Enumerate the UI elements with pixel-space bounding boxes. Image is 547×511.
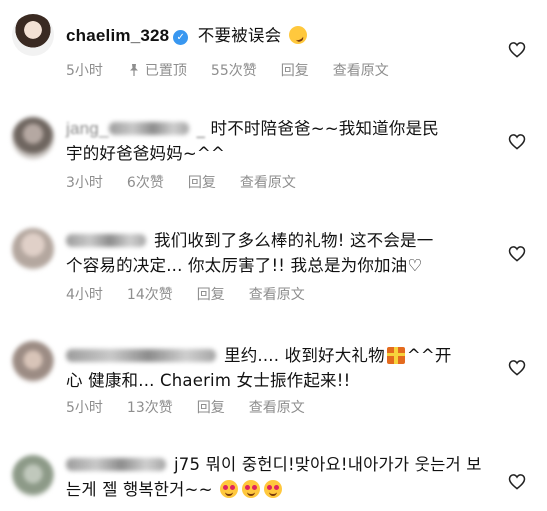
comment-body-line2: 宇的好爸爸妈妈~^^ <box>66 144 225 163</box>
comment-text: j75 뭐이 중헌디!맞아요!내아가가 웃는거 보 는게 젤 행복한거~~ <box>66 452 496 502</box>
comment-body-line2: 는게 젤 행복한거~~ <box>66 480 213 499</box>
comment-body: 时不时陪爸爸~~我知道你是民 <box>210 119 439 138</box>
avatar[interactable] <box>12 14 54 56</box>
avatar[interactable] <box>12 117 54 159</box>
comment-body: j75 뭐이 중헌디!맞아요!내아가가 웃는거 보 <box>174 455 482 474</box>
likes-count[interactable]: 13次赞 <box>127 397 173 417</box>
like-heart-icon[interactable] <box>508 41 526 58</box>
comment-meta: 4小时 14次赞 回复 查看原文 <box>66 284 329 304</box>
gift-emoji-icon <box>386 347 405 364</box>
comment-body-line2: 心 健康和... Chaerim 女士振作起来!! <box>66 371 351 390</box>
view-original-button[interactable]: 查看原文 <box>249 284 305 304</box>
reply-button[interactable]: 回复 <box>197 284 225 304</box>
like-heart-icon[interactable] <box>508 245 526 262</box>
comment-time: 4小时 <box>66 287 103 303</box>
comment-username[interactable]: jang_ _ <box>66 119 205 138</box>
likes-count[interactable]: 14次赞 <box>127 284 173 304</box>
comment-body: 里约.... 收到好大礼物 <box>224 346 385 365</box>
likes-count[interactable]: 6次赞 <box>127 172 164 192</box>
avatar[interactable] <box>12 455 54 497</box>
comment-text: chaelim_328 ✓ 不要被误会 <box>66 23 496 48</box>
reply-button[interactable]: 回复 <box>281 60 309 80</box>
heart-eyes-emoji-icon <box>220 480 239 498</box>
like-heart-icon[interactable] <box>508 133 526 150</box>
view-original-button[interactable]: 查看原文 <box>240 172 296 192</box>
comment-text: 里约.... 收到好大礼物 ^^开 心 健康和... Chaerim 女士振作起来… <box>66 343 496 393</box>
comment-body-end: ^^开 <box>406 346 452 365</box>
view-original-button[interactable]: 查看原文 <box>249 397 305 417</box>
comment-time: 3小时 <box>66 175 103 191</box>
pinned-label: 已置顶 <box>144 63 187 79</box>
comment-text: jang_ _ 时不时陪爸爸~~我知道你是民 宇的好爸爸妈妈~^^ <box>66 116 496 166</box>
verified-badge-icon: ✓ <box>173 30 189 45</box>
reply-button[interactable]: 回复 <box>188 172 216 192</box>
comment-username[interactable] <box>66 349 216 362</box>
rofl-emoji-icon <box>285 23 310 47</box>
comment-username[interactable]: chaelim_328 <box>66 26 169 45</box>
comment-meta: 3小时 6次赞 回复 查看原文 <box>66 172 320 192</box>
like-heart-icon[interactable] <box>508 473 526 490</box>
pin-icon <box>129 64 138 76</box>
comment-username[interactable] <box>66 458 166 471</box>
avatar[interactable] <box>12 341 54 383</box>
comment-text: 我们收到了多么棒的礼物! 这不会是一 个容易的决定... 你太厉害了!! 我总是… <box>66 228 496 278</box>
view-original-button[interactable]: 查看原文 <box>333 60 389 80</box>
like-heart-icon[interactable] <box>508 359 526 376</box>
heart-eyes-emoji-icon <box>264 480 283 498</box>
comment-time: 5小时 <box>66 63 103 79</box>
heart-eyes-emoji-icon <box>242 480 261 498</box>
comment-meta: 5小时 13次赞 回复 查看原文 <box>66 397 329 417</box>
comment-time: 5小时 <box>66 400 103 416</box>
pinned-indicator: 已置顶 <box>127 60 187 80</box>
reply-button[interactable]: 回复 <box>197 397 225 417</box>
avatar[interactable] <box>12 228 54 270</box>
comment-body: 我们收到了多么棒的礼物! 这不会是一 <box>154 231 434 250</box>
comment-username[interactable] <box>66 234 146 247</box>
comment-body: 不要被误会 <box>197 26 282 45</box>
likes-count[interactable]: 55次赞 <box>211 60 257 80</box>
comment-body-line2: 个容易的决定... 你太厉害了!! 我总是为你加油♡ <box>66 256 423 275</box>
comment-meta: 5小时 已置顶 55次赞 回复 查看原文 <box>66 60 413 80</box>
